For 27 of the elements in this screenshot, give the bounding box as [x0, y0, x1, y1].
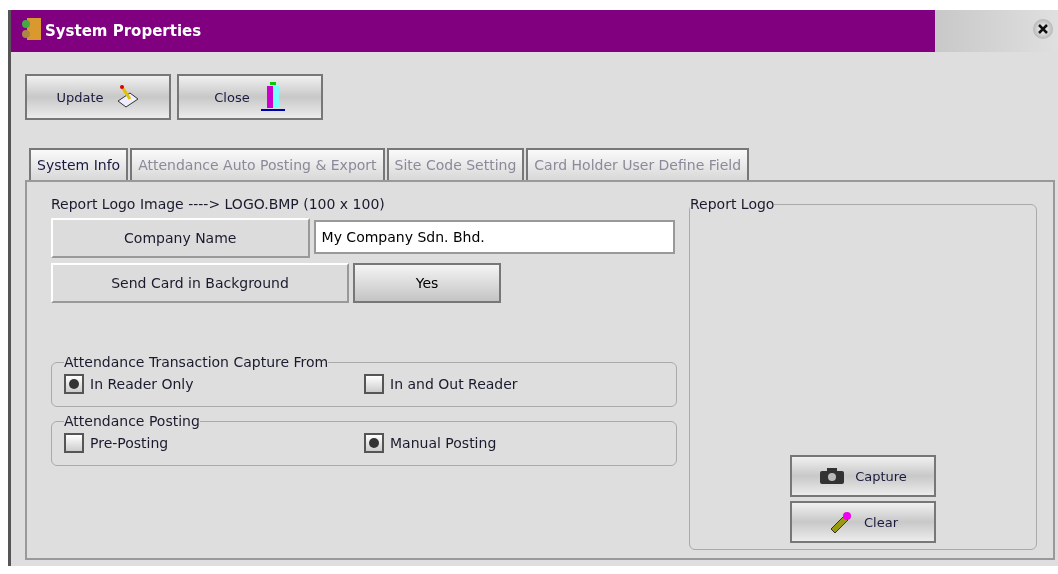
- door-icon: [259, 82, 286, 112]
- app-icon: [21, 16, 43, 42]
- option-label: Manual Posting: [390, 435, 497, 451]
- option-label: Pre-Posting: [90, 435, 169, 451]
- update-button[interactable]: Update: [25, 74, 171, 120]
- clear-button[interactable]: Clear: [790, 501, 936, 543]
- close-icon[interactable]: [1033, 19, 1053, 39]
- field-label: Company Name: [51, 218, 310, 258]
- option-label: In Reader Only: [90, 376, 194, 392]
- window-title: System Properties: [45, 22, 202, 40]
- radio-button[interactable]: [364, 433, 384, 453]
- capture-button[interactable]: Capture: [790, 455, 936, 497]
- field-label: Send Card in Background: [51, 263, 349, 303]
- pencil-icon: [828, 509, 854, 535]
- close-button[interactable]: Close: [177, 74, 323, 120]
- company-name-field[interactable]: My Company Sdn. Bhd.: [313, 220, 675, 254]
- group-title: Attendance Posting: [64, 413, 200, 429]
- radio-button[interactable]: [64, 374, 84, 394]
- toggle-button[interactable]: Yes: [353, 263, 501, 303]
- camera-icon: [819, 467, 846, 485]
- tab[interactable]: System Info: [29, 148, 129, 180]
- logo-note: Report Logo Image ----> LOGO.BMP (100 x 100): [51, 196, 386, 212]
- group-title: Report Logo: [690, 196, 775, 212]
- radio-button[interactable]: [64, 433, 84, 453]
- group-title: Attendance Transaction Capture From: [64, 354, 329, 370]
- option-label: In and Out Reader: [390, 376, 518, 392]
- radio-button[interactable]: [364, 374, 384, 394]
